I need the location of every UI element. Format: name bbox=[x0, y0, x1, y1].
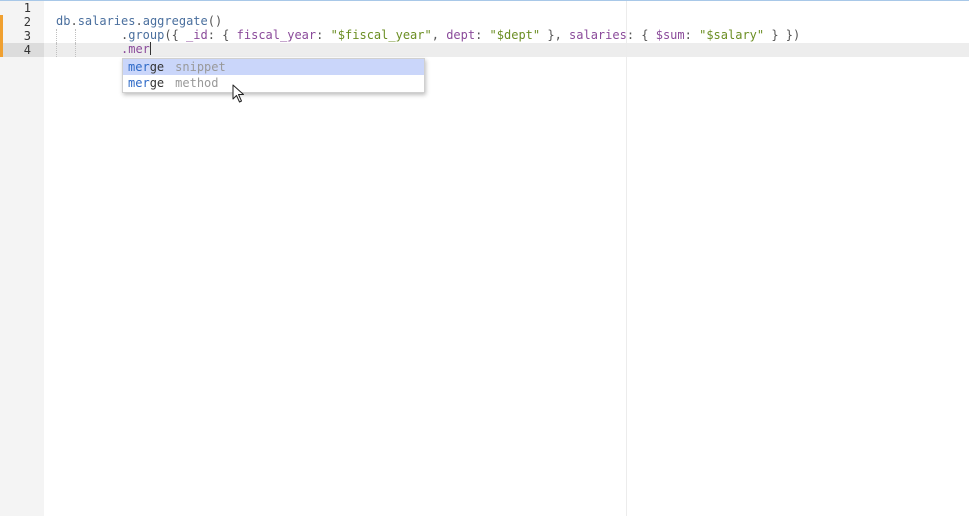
editor-gutter: 1 2 3 4 bbox=[0, 1, 44, 516]
token-string: "$dept" bbox=[489, 28, 541, 42]
change-marker bbox=[0, 15, 3, 29]
code-line-3[interactable]: .group({ _id: { fiscal_year: "$fiscal_ye… bbox=[121, 28, 800, 42]
autocomplete-popup[interactable]: merge snippet merge method bbox=[122, 58, 425, 93]
token-identifier: db bbox=[56, 14, 71, 28]
line-number: 4 bbox=[23, 43, 31, 57]
token-punctuation: () bbox=[207, 14, 223, 28]
autocomplete-item-merge-method[interactable]: merge method bbox=[123, 75, 424, 91]
completion-meta: snippet bbox=[175, 60, 226, 74]
token-punctuation: : { bbox=[207, 28, 237, 42]
token-punctuation: : bbox=[684, 28, 700, 42]
line-number: 2 bbox=[23, 15, 31, 29]
completion-match: mer bbox=[128, 76, 150, 90]
active-line-highlight bbox=[44, 43, 969, 57]
line-number: 1 bbox=[23, 1, 31, 15]
completion-match: mer bbox=[128, 60, 150, 74]
completion-rest: ge bbox=[149, 60, 165, 74]
token-punctuation: . bbox=[135, 14, 143, 28]
token-operator: $sum bbox=[655, 28, 685, 42]
token-string: "$salary" bbox=[699, 28, 765, 42]
token-punctuation: . bbox=[70, 14, 78, 28]
completion-meta: method bbox=[175, 76, 219, 90]
text-cursor bbox=[149, 42, 151, 55]
indent-guide bbox=[56, 43, 57, 57]
print-margin bbox=[626, 1, 627, 516]
token-punctuation: }, bbox=[540, 28, 570, 42]
token-punctuation: : bbox=[316, 28, 331, 42]
code-line-2[interactable]: db.salaries.aggregate() bbox=[56, 14, 222, 28]
token-string: "$fiscal_year" bbox=[330, 28, 432, 42]
token-punctuation: , bbox=[431, 28, 447, 42]
indent-guide bbox=[56, 29, 57, 43]
line-number: 3 bbox=[23, 29, 31, 43]
token-function: aggregate bbox=[142, 14, 208, 28]
token-punctuation: : bbox=[475, 28, 490, 42]
change-marker bbox=[0, 29, 3, 43]
indent-guide bbox=[75, 43, 76, 57]
token-key: fiscal_year bbox=[236, 28, 317, 42]
token-punctuation: } }) bbox=[764, 28, 801, 42]
gutter-line-2[interactable]: 2 bbox=[0, 15, 44, 29]
token-typed-text: .mer bbox=[121, 42, 150, 56]
token-punctuation: ({ bbox=[164, 28, 187, 42]
mouse-pointer-icon bbox=[232, 84, 244, 103]
token-key: dept bbox=[446, 28, 476, 42]
autocomplete-item-merge-snippet[interactable]: merge snippet bbox=[123, 59, 424, 75]
token-key: salaries bbox=[569, 28, 627, 42]
code-line-4[interactable]: .mer bbox=[121, 42, 151, 56]
token-punctuation: : { bbox=[626, 28, 656, 42]
token-key: _id bbox=[186, 28, 208, 42]
token-identifier: salaries bbox=[77, 14, 136, 28]
gutter-line-4[interactable]: 4 bbox=[0, 43, 44, 57]
change-marker bbox=[0, 43, 3, 57]
indent-guide bbox=[75, 29, 76, 43]
gutter-line-1[interactable]: 1 bbox=[0, 1, 44, 15]
editor-top-border bbox=[0, 0, 969, 1]
completion-rest: ge bbox=[149, 76, 165, 90]
gutter-line-3[interactable]: 3 bbox=[0, 29, 44, 43]
token-function: group bbox=[128, 28, 165, 42]
